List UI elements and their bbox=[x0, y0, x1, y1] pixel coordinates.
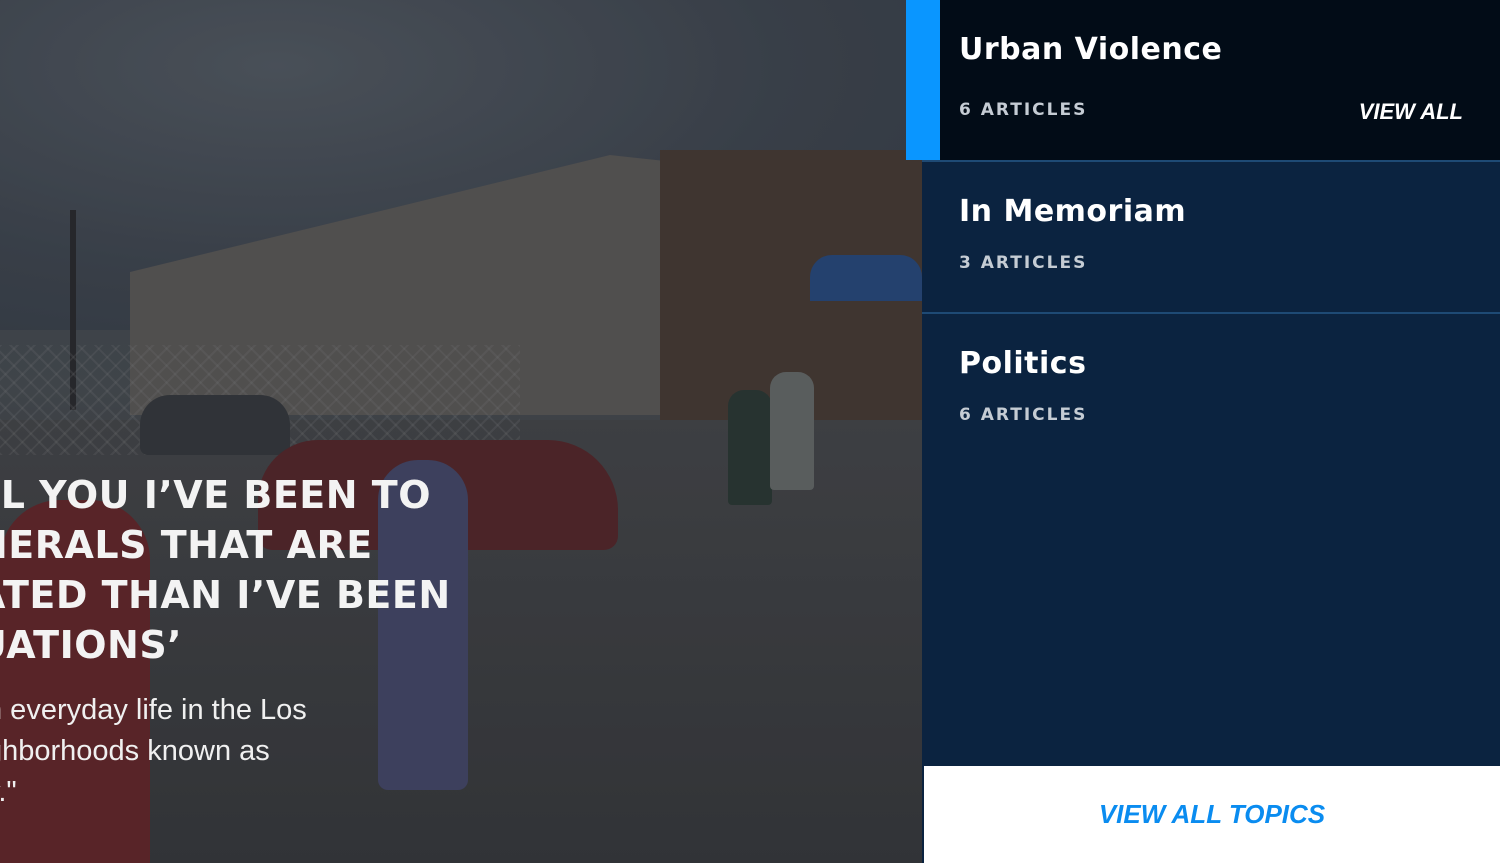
topic-name: In Memoriam bbox=[959, 194, 1187, 229]
topic-article-count: 3 ARTICLES bbox=[959, 253, 1088, 273]
hero-quote-line: NERALS THAT ARE bbox=[0, 523, 373, 567]
hero-description: n everyday life in the Los ghborhoods kn… bbox=[0, 690, 386, 813]
hero-description-line: y." bbox=[0, 776, 17, 808]
view-all-topics-button[interactable]: VIEW ALL TOPICS bbox=[924, 766, 1500, 863]
topic-article-count: 6 ARTICLES bbox=[959, 405, 1088, 425]
topics-panel: Urban Violence 6 ARTICLES VIEW ALL In Me… bbox=[922, 0, 1500, 863]
hero-description-line: n everyday life in the Los bbox=[0, 694, 307, 726]
hero-quote-line: ATED THAN I’VE BEEN bbox=[0, 573, 451, 617]
active-topic-indicator bbox=[906, 0, 940, 160]
hero-quote-line: UATIONS’ bbox=[0, 623, 183, 667]
topic-politics[interactable]: Politics 6 ARTICLES bbox=[922, 314, 1500, 464]
hero-quote: LL YOU I’VE BEEN TO NERALS THAT ARE ATED… bbox=[0, 470, 451, 670]
topic-urban-violence[interactable]: Urban Violence 6 ARTICLES VIEW ALL bbox=[922, 0, 1500, 162]
view-all-link[interactable]: VIEW ALL bbox=[1359, 99, 1463, 125]
view-all-topics-label: VIEW ALL TOPICS bbox=[1098, 799, 1326, 829]
topic-article-count: 6 ARTICLES bbox=[959, 100, 1088, 120]
topic-name: Urban Violence bbox=[959, 32, 1223, 67]
topic-in-memoriam[interactable]: In Memoriam 3 ARTICLES bbox=[922, 162, 1500, 314]
topic-name: Politics bbox=[959, 346, 1087, 381]
hero-image: LL YOU I’VE BEEN TO NERALS THAT ARE ATED… bbox=[0, 0, 922, 863]
hero-quote-line: LL YOU I’VE BEEN TO bbox=[0, 473, 432, 517]
hero-description-line: ghborhoods known as bbox=[0, 735, 270, 767]
